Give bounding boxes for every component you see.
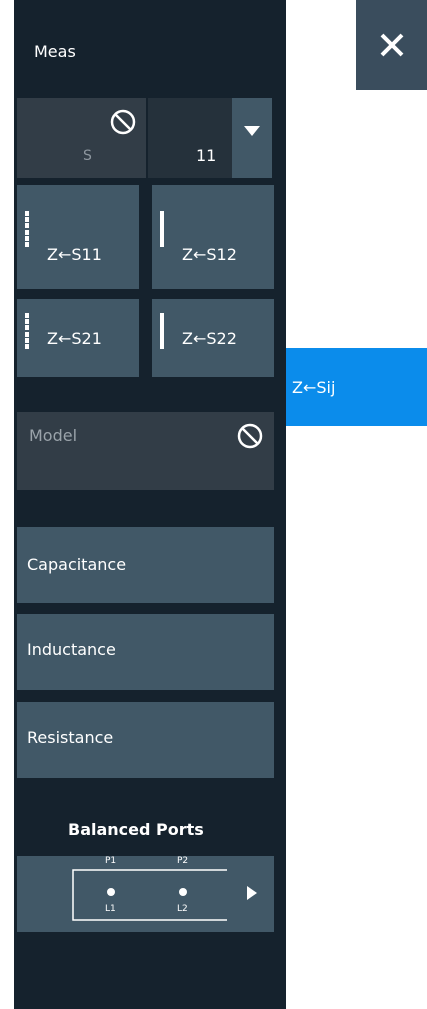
- l2-label: L2: [177, 904, 188, 914]
- balanced-ports-button[interactable]: P1 P2 L1 L2: [17, 856, 274, 932]
- z-s11-label: Z←S11: [47, 245, 102, 264]
- resistance-label: Resistance: [27, 728, 114, 747]
- z-s12-button[interactable]: Z←S12: [152, 185, 274, 289]
- solid-bar-icon: [160, 211, 166, 247]
- p1-dot-icon: [107, 888, 115, 896]
- p2-dot-icon: [179, 888, 187, 896]
- balanced-ports-title: Balanced Ports: [68, 820, 204, 839]
- triangle-right-icon: [247, 886, 257, 900]
- s-param-letter-field[interactable]: S: [17, 98, 146, 178]
- model-field[interactable]: Model: [17, 412, 274, 490]
- z-s11-button[interactable]: Z←S11: [17, 185, 139, 289]
- disabled-icon: [237, 423, 263, 449]
- close-icon: [380, 33, 403, 57]
- capacitance-button[interactable]: Capacitance: [17, 527, 274, 603]
- resistance-button[interactable]: Resistance: [17, 702, 274, 778]
- disabled-icon: [110, 109, 136, 135]
- solid-bar-icon: [160, 313, 166, 349]
- model-label: Model: [29, 426, 78, 445]
- z-s12-label: Z←S12: [182, 245, 237, 264]
- z-s22-label: Z←S22: [182, 329, 237, 348]
- title: Meas: [34, 42, 76, 61]
- z-sij-tab[interactable]: Z←Sij: [286, 348, 427, 426]
- dotted-bar-icon: [25, 211, 31, 247]
- port-diagram-icon: [72, 869, 227, 921]
- p2-label: P2: [177, 856, 189, 866]
- capacitance-label: Capacitance: [27, 555, 127, 574]
- s-index-value: 11: [196, 146, 217, 165]
- s-param-value-field[interactable]: 11: [148, 98, 232, 178]
- z-s21-label: Z←S21: [47, 329, 102, 348]
- close-button[interactable]: [356, 0, 427, 90]
- z-sij-label: Z←Sij: [292, 378, 336, 397]
- inductance-label: Inductance: [27, 640, 116, 659]
- l1-label: L1: [105, 904, 116, 914]
- p1-label: P1: [105, 856, 117, 866]
- z-s22-button[interactable]: Z←S22: [152, 299, 274, 377]
- s-letter: S: [83, 148, 92, 164]
- z-s21-button[interactable]: Z←S21: [17, 299, 139, 377]
- inductance-button[interactable]: Inductance: [17, 614, 274, 690]
- dotted-bar-icon: [25, 313, 31, 349]
- triangle-down-icon: [244, 126, 260, 136]
- s-param-dropdown-button[interactable]: [232, 98, 272, 178]
